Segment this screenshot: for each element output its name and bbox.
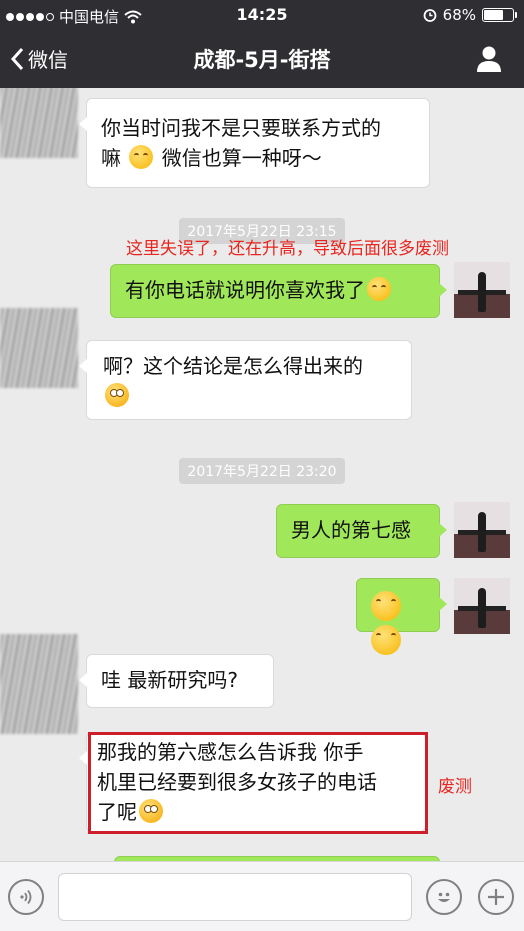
message-bubble-received: 你当时问我不是只要联系方式的 嘛 微信也算一种呀～ <box>79 98 430 188</box>
annotation-note: 这里失误了，还在升高，导致后面很多废测 <box>126 239 449 259</box>
message-text: 有你电话就说明你喜欢我了 <box>125 278 365 302</box>
smirk-emoji-icon <box>371 625 401 655</box>
nav-bar: 微信 成都-5月-街搭 <box>0 30 524 88</box>
message-text: 啊？这个结论是怎么得出来的 <box>103 354 363 378</box>
battery-fill <box>484 10 504 20</box>
chat-title: 成都-5月-街搭 <box>193 48 331 72</box>
alarm-icon <box>423 9 437 22</box>
message-bubble-sent <box>356 578 447 655</box>
contact-avatar[interactable] <box>0 88 78 158</box>
flushed-emoji-icon <box>105 383 129 407</box>
emoji-icon <box>438 892 450 902</box>
annotation-note: 废测 <box>438 777 472 797</box>
contact-icon[interactable] <box>474 44 504 74</box>
status-bar: 中国电信 14:25 68% <box>0 0 524 30</box>
my-avatar[interactable] <box>454 502 510 558</box>
more-button[interactable] <box>478 879 514 915</box>
status-right: 68% <box>423 6 517 24</box>
smile-emoji-icon <box>367 277 391 301</box>
highlight-box <box>88 732 428 834</box>
message-bubble-received: 啊？这个结论是怎么得出来的 <box>79 340 412 420</box>
battery-icon <box>482 8 517 22</box>
voice-button[interactable] <box>8 879 44 915</box>
message-text: 哇 最新研究吗? <box>101 668 238 692</box>
input-bar <box>0 861 524 931</box>
message-bubble-sent: 有你电话就说明你喜欢我了 <box>110 264 447 318</box>
chat-area[interactable]: 你当时问我不是只要联系方式的 嘛 微信也算一种呀～ 2017年5月22日 23:… <box>0 88 524 861</box>
plus-icon <box>488 889 504 905</box>
emoji-button[interactable] <box>426 879 462 915</box>
timestamp: 2017年5月22日 23:20 <box>0 458 524 484</box>
message-bubble-sent: 男人的第七感 <box>276 504 447 558</box>
smile-emoji-icon <box>129 145 154 169</box>
contact-avatar[interactable] <box>0 308 78 388</box>
message-bubble-received: 哇 最新研究吗? <box>79 654 274 708</box>
contact-avatar[interactable] <box>0 634 78 734</box>
smirk-emoji-icon <box>371 591 401 621</box>
my-avatar[interactable] <box>454 578 510 634</box>
voice-icon <box>20 889 32 905</box>
message-text-line: 嘛 微信也算一种呀～ <box>101 145 322 170</box>
battery-percent: 68% <box>442 6 476 24</box>
my-avatar[interactable] <box>454 262 510 318</box>
message-text: 男人的第七感 <box>291 518 411 542</box>
message-input[interactable] <box>58 873 412 921</box>
message-text: 你当时问我不是只要联系方式的 <box>101 116 381 140</box>
